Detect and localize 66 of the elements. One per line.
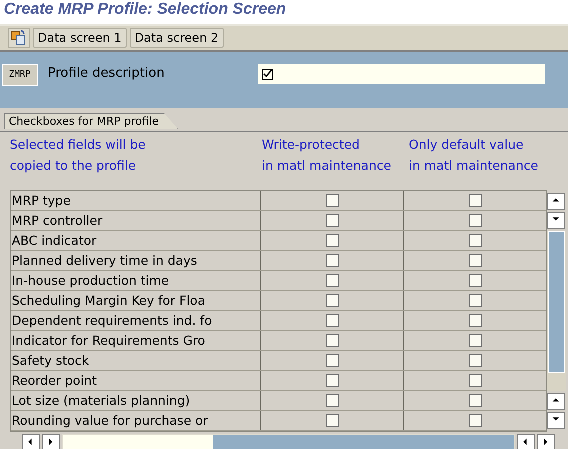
right-arrow-icon bbox=[542, 438, 550, 446]
checkbox[interactable] bbox=[326, 394, 338, 407]
checkbox[interactable] bbox=[326, 354, 338, 367]
checkbox[interactable] bbox=[468, 314, 482, 327]
toolbar-button[interactable]: Data screen 1 bbox=[33, 28, 127, 48]
row-label: Rounding value for purchase or bbox=[11, 410, 261, 430]
checkbox[interactable] bbox=[468, 354, 482, 367]
scrollbar-thumb[interactable] bbox=[63, 434, 213, 449]
scroll-down-button[interactable] bbox=[547, 212, 565, 229]
checkbox[interactable] bbox=[468, 254, 482, 267]
checkbox[interactable] bbox=[468, 194, 482, 207]
checkbox[interactable] bbox=[326, 234, 338, 247]
row-label: In-house production time bbox=[11, 270, 261, 290]
scroll-right-button[interactable] bbox=[42, 434, 60, 449]
scroll-left-button[interactable] bbox=[517, 434, 535, 449]
checkbox[interactable] bbox=[468, 374, 482, 387]
checkbox[interactable] bbox=[468, 334, 482, 347]
checkbox[interactable] bbox=[326, 274, 338, 287]
scroll-left-button[interactable] bbox=[22, 434, 40, 449]
scroll-right-button[interactable] bbox=[537, 434, 555, 449]
required-check-icon bbox=[262, 68, 273, 80]
checkbox[interactable] bbox=[326, 374, 338, 387]
row-label: Indicator for Requirements Gro bbox=[11, 330, 261, 350]
checkbox[interactable] bbox=[468, 214, 482, 227]
left-arrow-icon bbox=[27, 438, 35, 446]
checkbox[interactable] bbox=[326, 194, 338, 207]
profile-code: ZMRP bbox=[2, 64, 38, 86]
checkbox[interactable] bbox=[468, 274, 482, 287]
checkbox[interactable] bbox=[326, 214, 338, 227]
documents-icon bbox=[11, 30, 27, 46]
column-header: Write-protected bbox=[262, 136, 361, 154]
scrollbar-thumb[interactable] bbox=[548, 230, 565, 373]
row-label: MRP type bbox=[11, 190, 261, 210]
left-arrow-icon bbox=[522, 438, 530, 446]
screen-title: Create MRP Profile: Selection Screen bbox=[0, 0, 568, 26]
checkbox[interactable] bbox=[468, 394, 482, 407]
checkbox[interactable] bbox=[326, 334, 338, 347]
toolbar-button[interactable]: Data screen 2 bbox=[130, 28, 224, 48]
profile-description-field[interactable] bbox=[258, 64, 545, 84]
column-header: in matl maintenance bbox=[409, 156, 540, 175]
right-arrow-icon bbox=[47, 438, 55, 446]
row-label: ABC indicator bbox=[11, 230, 261, 250]
checkbox[interactable] bbox=[326, 314, 338, 327]
scroll-down-button[interactable] bbox=[547, 412, 565, 429]
row-label: Reorder point bbox=[11, 370, 261, 390]
scroll-up-button[interactable] bbox=[547, 192, 565, 210]
row-label: Dependent requirements ind. fo bbox=[11, 310, 261, 330]
row-label: Safety stock bbox=[11, 350, 261, 370]
column-header: in matl maintenance bbox=[262, 156, 392, 175]
checkbox[interactable] bbox=[468, 234, 482, 247]
checkbox[interactable] bbox=[326, 254, 338, 267]
checkbox[interactable] bbox=[468, 294, 482, 307]
field-label: Profile description bbox=[48, 65, 166, 83]
switch-screen-button[interactable] bbox=[8, 28, 30, 48]
row-label: Planned delivery time in days bbox=[11, 250, 261, 270]
column-header: Selected fields will be bbox=[10, 136, 147, 154]
row-label: Lot size (materials planning) bbox=[11, 390, 261, 410]
tab[interactable]: Checkboxes for MRP profile bbox=[4, 113, 178, 129]
checkbox[interactable] bbox=[326, 414, 338, 427]
scroll-up-button[interactable] bbox=[547, 392, 565, 410]
column-header: Only default value bbox=[409, 136, 525, 154]
row-label: Scheduling Margin Key for Floa bbox=[11, 290, 261, 310]
checkbox[interactable] bbox=[326, 294, 338, 307]
checkbox[interactable] bbox=[468, 414, 482, 427]
row-label: MRP controller bbox=[11, 210, 261, 230]
column-header: copied to the profile bbox=[10, 156, 138, 175]
